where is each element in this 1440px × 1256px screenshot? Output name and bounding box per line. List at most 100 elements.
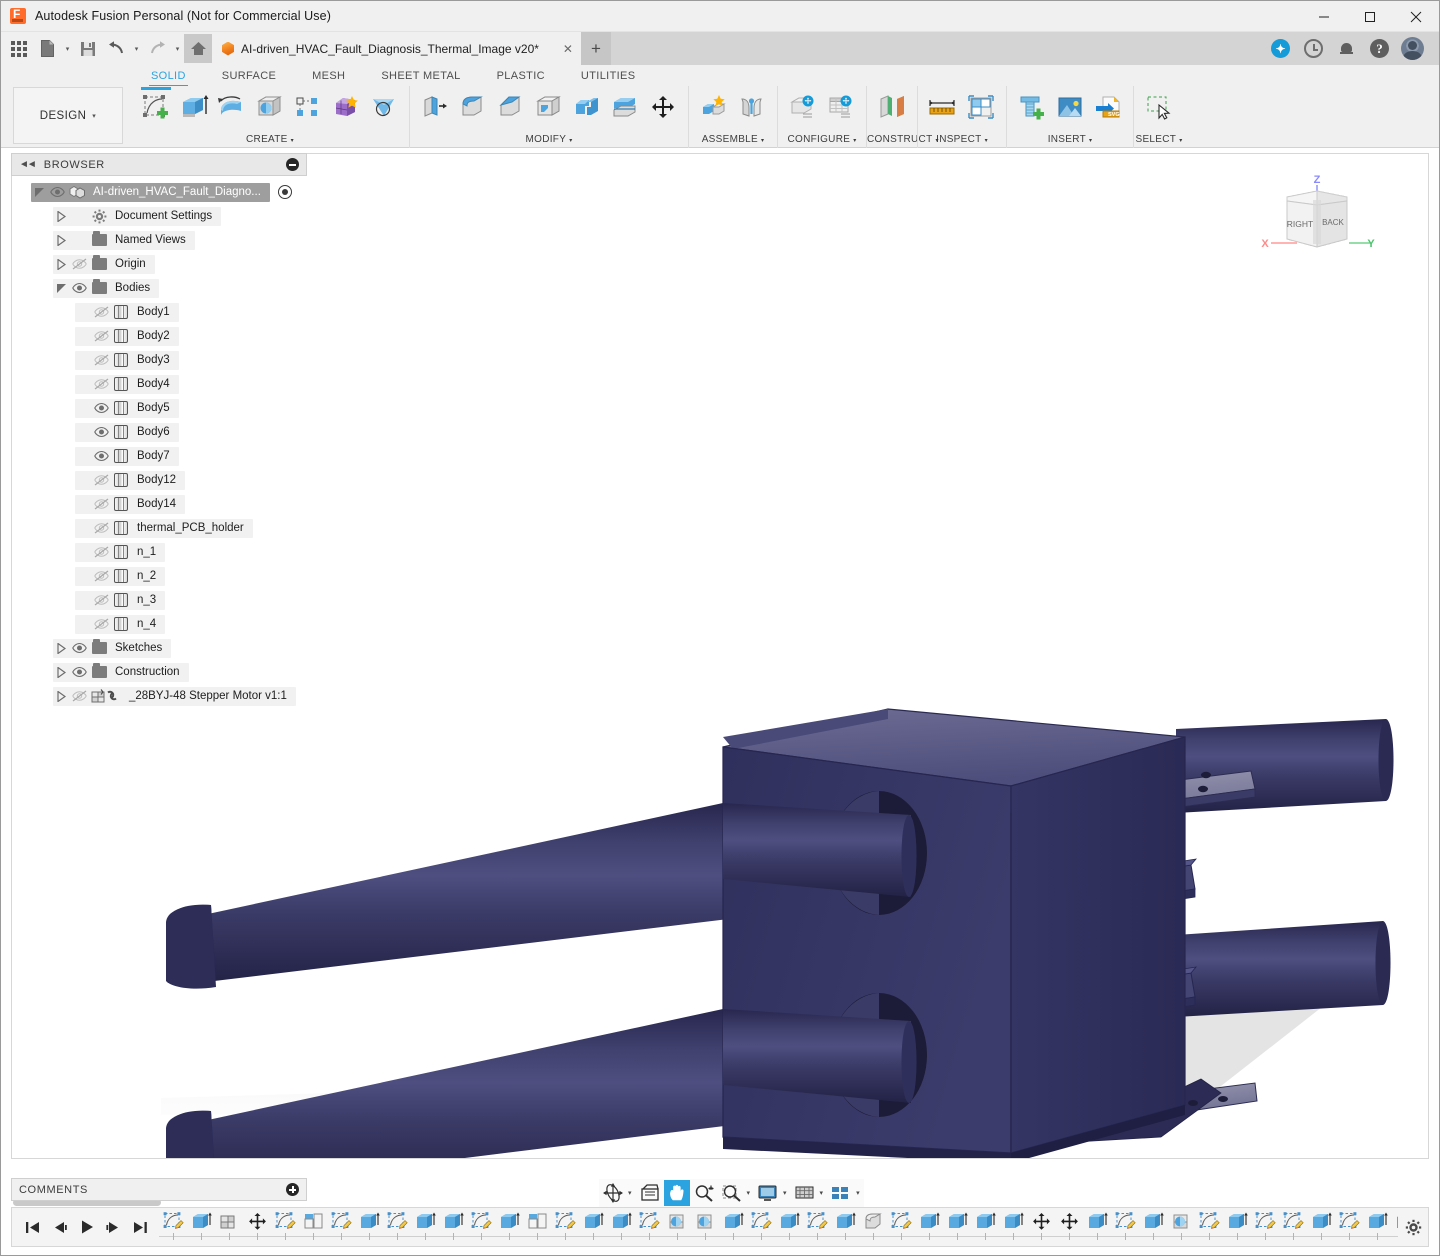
split-body-button[interactable]	[606, 89, 644, 127]
browser-node[interactable]: Body5	[75, 398, 179, 418]
browser-node[interactable]: _28BYJ-48 Stepper Motor v1:1	[53, 686, 296, 706]
extension-manager-button[interactable]: ✦	[1264, 32, 1297, 65]
sweep-cube-button[interactable]	[251, 89, 289, 127]
zoom-button[interactable]: ±	[690, 1180, 718, 1206]
timeline-track[interactable]	[159, 1207, 1398, 1247]
browser-tree-row[interactable]: Body14	[11, 492, 307, 516]
chevron-down-icon[interactable]	[53, 279, 69, 298]
timeline-feature-extrude[interactable]	[1223, 1210, 1251, 1244]
new-file-caret-icon[interactable]: ▾	[61, 34, 74, 63]
orbit-caret-icon[interactable]: ▾	[627, 1189, 636, 1197]
browser-tree-row[interactable]: Body3	[11, 348, 307, 372]
timeline-settings-gear-icon[interactable]	[1398, 1207, 1428, 1247]
timeline-feature-extrude[interactable]	[607, 1210, 635, 1244]
section-analysis-button[interactable]	[962, 89, 1000, 127]
visibility-eye-off-icon[interactable]	[91, 567, 111, 586]
timeline-feature-sketch[interactable]	[1251, 1210, 1279, 1244]
timeline-jump-end-button[interactable]	[128, 1212, 153, 1242]
browser-tree-row[interactable]: Body6	[11, 420, 307, 444]
close-button[interactable]	[1393, 1, 1439, 32]
new-file-button[interactable]	[33, 34, 61, 63]
timeline-feature-sketch[interactable]	[1279, 1210, 1307, 1244]
timeline-feature-mirror[interactable]	[299, 1210, 327, 1244]
chevron-right-icon[interactable]	[53, 639, 69, 658]
visibility-eye-icon[interactable]	[91, 423, 111, 442]
browser-node[interactable]: Sketches	[53, 638, 172, 658]
browser-tree-row[interactable]: Body4	[11, 372, 307, 396]
browser-tree-row[interactable]: n_4	[11, 612, 307, 636]
chevron-right-icon[interactable]	[53, 207, 69, 226]
timeline-feature-extrude[interactable]	[831, 1210, 859, 1244]
timeline-feature-extrude[interactable]	[719, 1210, 747, 1244]
timeline-feature-sketch[interactable]	[551, 1210, 579, 1244]
browser-node[interactable]: Named Views	[53, 230, 195, 250]
timeline-feature-sketch[interactable]	[1195, 1210, 1223, 1244]
redo-caret-icon[interactable]: ▾	[171, 34, 184, 63]
extrude-button[interactable]	[175, 89, 213, 127]
orbit-button[interactable]	[599, 1180, 627, 1206]
browser-tree-row[interactable]: Named Views	[11, 228, 307, 252]
create-configuration-button[interactable]	[784, 89, 822, 127]
timeline-feature-extrude[interactable]	[915, 1210, 943, 1244]
offset-plane-button[interactable]	[873, 89, 911, 127]
combine-button[interactable]	[568, 89, 606, 127]
timeline-feature-extrude[interactable]	[1083, 1210, 1111, 1244]
browser-node[interactable]: Body14	[75, 494, 186, 514]
timeline-jump-start-button[interactable]	[20, 1212, 45, 1242]
timeline-feature-sketch[interactable]	[803, 1210, 831, 1244]
visibility-eye-off-icon[interactable]	[69, 687, 89, 706]
move-copy-button[interactable]	[644, 89, 682, 127]
timeline-feature-extrude[interactable]	[1363, 1210, 1391, 1244]
browser-tree-row[interactable]: Body1	[11, 300, 307, 324]
viewports-button[interactable]	[827, 1180, 855, 1206]
timeline-feature-extrude[interactable]	[187, 1210, 215, 1244]
visibility-eye-icon[interactable]	[91, 447, 111, 466]
browser-node[interactable]: Body1	[75, 302, 179, 322]
browser-tree-row[interactable]: n_3	[11, 588, 307, 612]
browser-node[interactable]: Document Settings	[53, 206, 222, 226]
look-at-button[interactable]	[636, 1180, 664, 1206]
timeline-feature-fillet[interactable]	[859, 1210, 887, 1244]
app-grid-button[interactable]	[5, 34, 33, 63]
plus-circle-icon[interactable]	[286, 1183, 299, 1196]
home-button[interactable]	[184, 34, 212, 63]
browser-node[interactable]: Body7	[75, 446, 179, 466]
browser-tree-row[interactable]: Sketches	[11, 636, 307, 660]
browser-node[interactable]: Body3	[75, 350, 179, 370]
pan-button[interactable]	[663, 1180, 690, 1206]
help-button[interactable]: ?	[1363, 32, 1396, 65]
timeline-feature-sketch[interactable]	[271, 1210, 299, 1244]
user-account-button[interactable]	[1396, 32, 1429, 65]
browser-node[interactable]: n_1	[75, 542, 166, 562]
browser-node[interactable]: AI-driven_HVAC_Fault_Diagno...	[31, 182, 270, 202]
measure-button[interactable]	[924, 89, 962, 127]
display-settings-caret-icon[interactable]: ▾	[782, 1189, 791, 1197]
visibility-eye-icon[interactable]	[47, 183, 67, 202]
tab-surface[interactable]: SURFACE	[204, 70, 294, 86]
visibility-eye-icon[interactable]	[69, 639, 89, 658]
timeline-play-button[interactable]	[74, 1212, 99, 1242]
rectangular-pattern-button[interactable]	[289, 89, 327, 127]
timeline-feature-extrude[interactable]	[579, 1210, 607, 1244]
visibility-eye-off-icon[interactable]	[69, 255, 89, 274]
tab-solid[interactable]: SOLID	[133, 70, 204, 88]
fit-button[interactable]	[718, 1180, 746, 1206]
redo-button[interactable]	[143, 34, 171, 63]
minimize-button[interactable]	[1301, 1, 1347, 32]
browser-node[interactable]: Body12	[75, 470, 186, 490]
timeline-feature-revolve[interactable]	[1167, 1210, 1195, 1244]
timeline-feature-extrude[interactable]	[439, 1210, 467, 1244]
visibility-eye-off-icon[interactable]	[91, 303, 111, 322]
timeline-feature-sketch[interactable]	[467, 1210, 495, 1244]
browser-tree-row[interactable]: Origin	[11, 252, 307, 276]
visibility-eye-off-icon[interactable]	[91, 543, 111, 562]
timeline-feature-extrude[interactable]	[971, 1210, 999, 1244]
timeline-feature-extrude[interactable]	[355, 1210, 383, 1244]
browser-node[interactable]: Origin	[53, 254, 155, 274]
browser-node[interactable]: Body2	[75, 326, 179, 346]
visibility-eye-off-icon[interactable]	[91, 375, 111, 394]
timeline-feature-sketch[interactable]	[635, 1210, 663, 1244]
undo-button[interactable]	[102, 34, 130, 63]
comments-panel[interactable]: COMMENTS	[11, 1178, 307, 1201]
job-status-button[interactable]	[1297, 32, 1330, 65]
